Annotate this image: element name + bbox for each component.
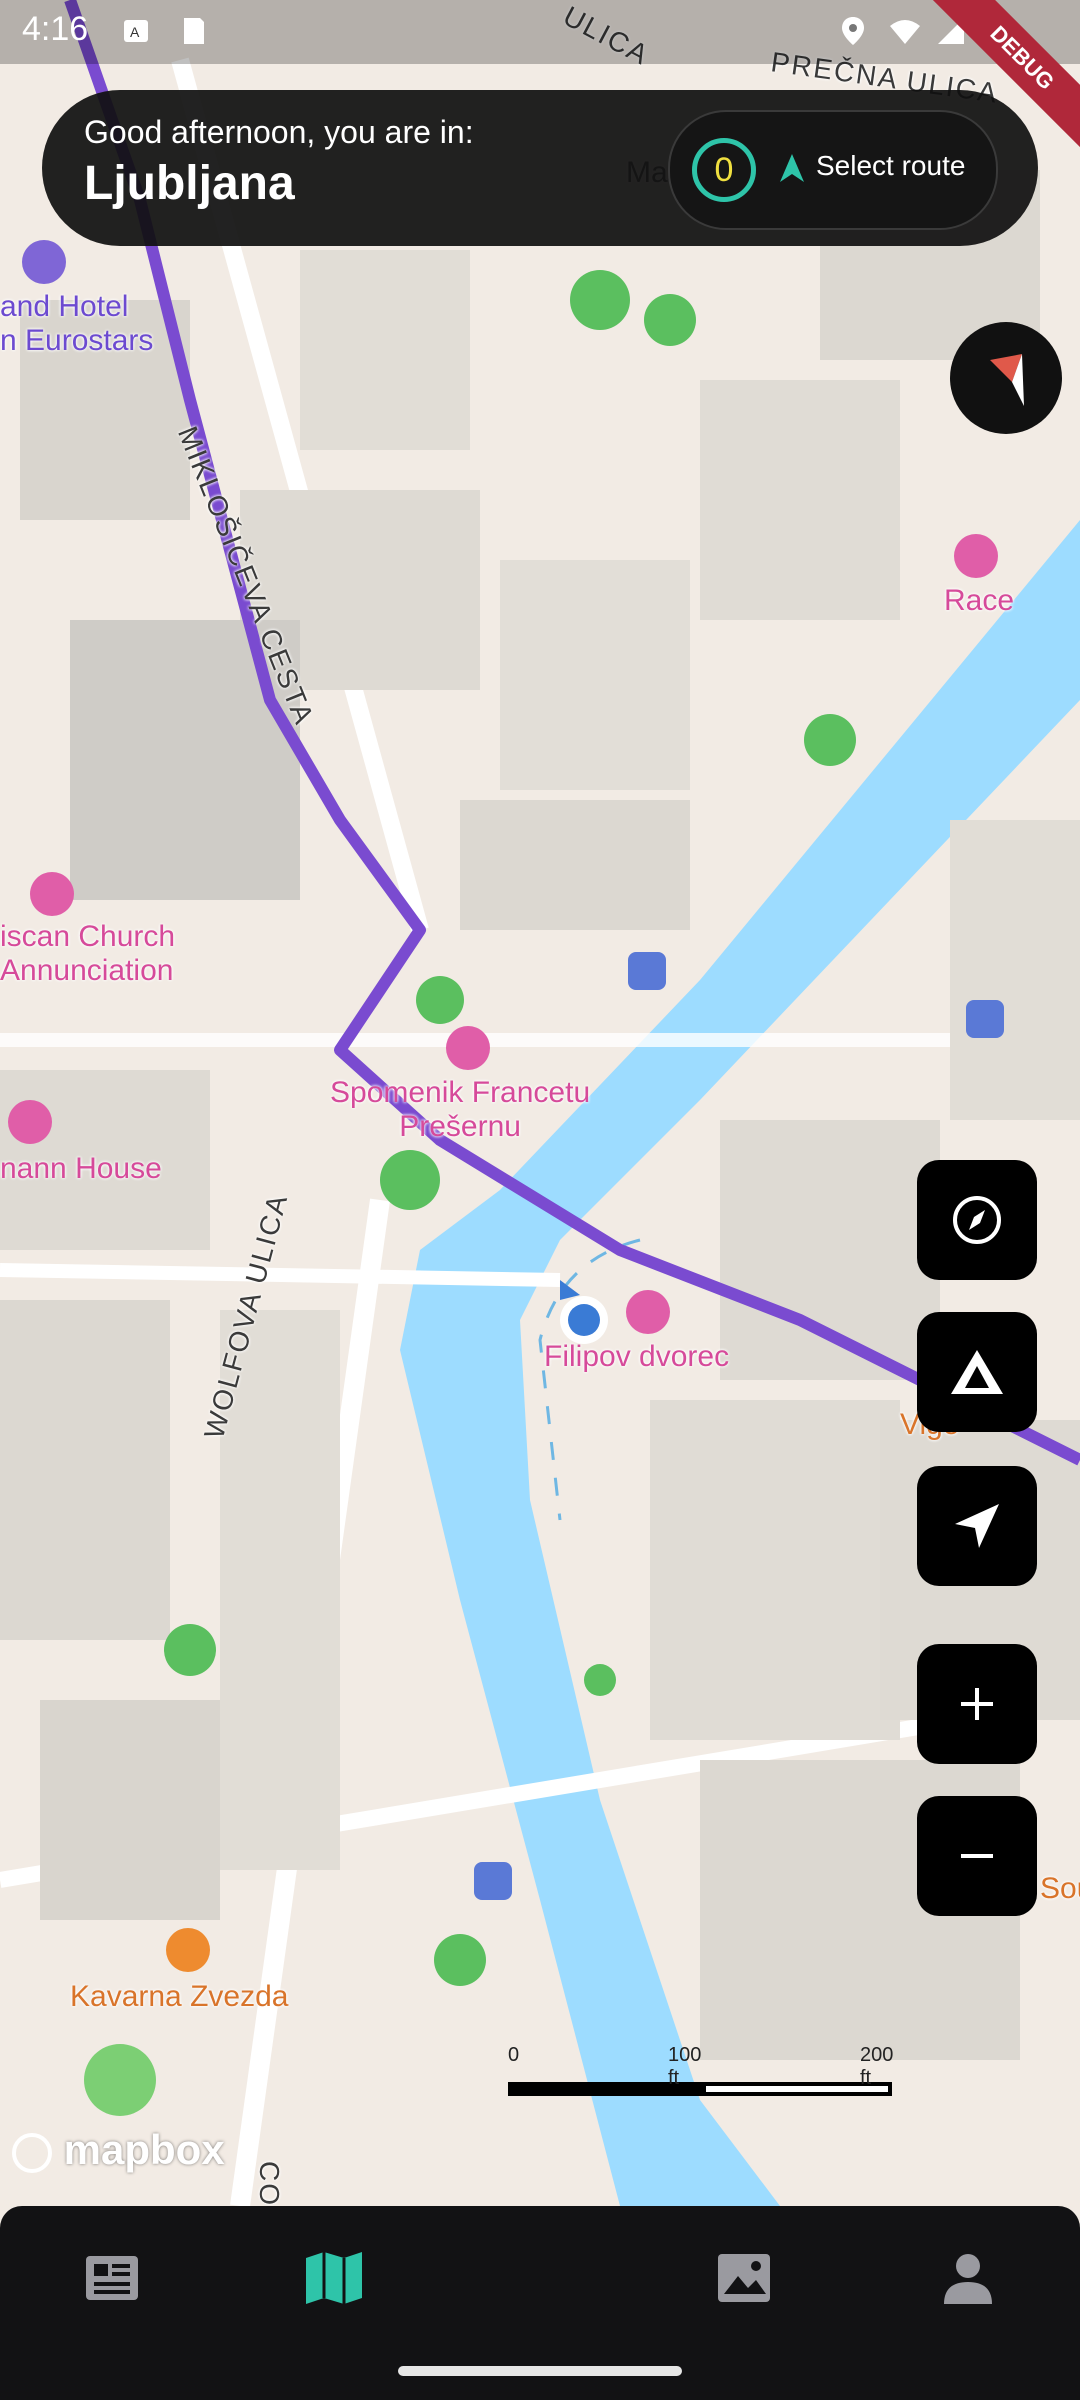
minus-icon (961, 1854, 993, 1858)
select-route-label: Select route (816, 150, 966, 181)
plus-icon (961, 1688, 993, 1720)
camera-icon[interactable] (446, 1026, 490, 1070)
poi-label-sou: Sou (1040, 1872, 1080, 1905)
svg-text:A: A (130, 24, 140, 40)
location-icon (842, 17, 864, 45)
scale-label-max: 200 ft (860, 2044, 894, 2089)
wifi-icon (890, 20, 920, 44)
my-location-button[interactable] (917, 1466, 1037, 1586)
poi-label-house: nann House (0, 1152, 162, 1185)
terrain-3d-button[interactable] (917, 1312, 1037, 1432)
explore-button[interactable] (917, 1160, 1037, 1280)
poi-label-church: iscan Church Annunciation (0, 920, 176, 987)
terrain-icon (951, 1350, 1003, 1394)
poi-label-filipov-dvorec: Filipov dvorec (544, 1340, 730, 1373)
map-icon[interactable] (302, 2246, 366, 2310)
status-bar: 4:16 A (0, 0, 1080, 64)
home-indicator[interactable] (398, 2366, 682, 2376)
scale-label-zero: 0 (508, 2044, 520, 2066)
mapbox-mark-icon (12, 2132, 52, 2173)
compass-button[interactable] (950, 322, 1062, 434)
poi-label-cafe: Kavarna Zvezda (70, 1980, 289, 2013)
profile-icon[interactable] (936, 2246, 1000, 2310)
camera-icon[interactable] (30, 872, 74, 916)
navigation-arrow-icon (780, 154, 804, 182)
boat-icon[interactable] (474, 1862, 512, 1900)
poi-label-hotel: and Hotel n Eurostars (0, 290, 154, 357)
sd-card-icon (184, 18, 204, 44)
zoom-out-button[interactable] (917, 1796, 1037, 1916)
scale-label-mid: 100 ft (668, 2044, 702, 2089)
street-label-co: CO (254, 2161, 285, 2207)
status-time: 4:16 (22, 10, 89, 48)
camera-icon[interactable] (8, 1100, 52, 1144)
camera-icon[interactable] (954, 534, 998, 578)
news-icon[interactable] (80, 2246, 144, 2310)
navigation-icon (955, 1504, 999, 1548)
compass-icon (990, 354, 1024, 406)
bike-icon[interactable] (628, 952, 666, 990)
mapbox-wordmark: mapbox (63, 2126, 225, 2173)
bike-icon[interactable] (966, 1000, 1004, 1038)
location-header-card: Good afternoon, you are in: Ljubljana 0 … (42, 90, 1038, 246)
bottom-navigation (0, 2206, 1080, 2400)
mapbox-logo: mapbox (12, 2126, 225, 2174)
monument-icon[interactable] (626, 1290, 670, 1334)
zoom-in-button[interactable] (917, 1644, 1037, 1764)
greeting-text: Good afternoon, you are in: (84, 114, 474, 150)
poi-label-monument: Spomenik Francetu Prešernu (330, 1076, 591, 1143)
poi-label-race: Race (944, 584, 1015, 617)
keyboard-icon: A (124, 20, 148, 42)
hotel-icon[interactable] (22, 240, 66, 284)
gallery-icon[interactable] (712, 2246, 776, 2310)
select-route-button[interactable]: 0 Select route (668, 110, 998, 230)
restaurant-icon[interactable] (166, 1928, 210, 1972)
explore-compass-icon (953, 1196, 1001, 1244)
route-count-badge: 0 (692, 138, 756, 202)
city-name: Ljubljana (84, 157, 295, 210)
